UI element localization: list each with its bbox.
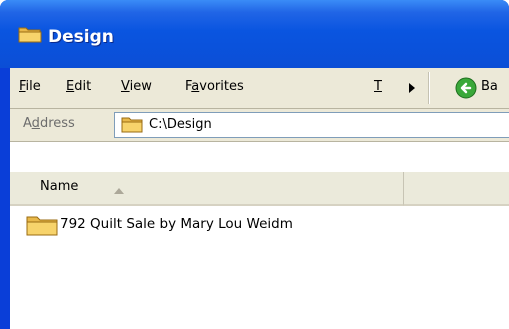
menu-tools[interactable]: T <box>374 79 382 94</box>
column-header-name[interactable]: Name <box>10 172 404 206</box>
folder-icon <box>18 25 42 48</box>
window-title: Design <box>48 27 114 47</box>
address-label: Address <box>23 116 75 131</box>
address-bar: Address C:\Design <box>10 109 509 142</box>
menu-separator <box>428 72 430 104</box>
menu-edit[interactable]: Edit <box>66 79 91 94</box>
list-item-label[interactable]: 792 Quilt Sale by Mary Lou Weidm <box>60 216 293 232</box>
menu-view[interactable]: View <box>121 79 152 94</box>
column-header-label: Name <box>40 179 79 194</box>
address-input[interactable]: C:\Design <box>114 112 509 138</box>
address-value[interactable]: C:\Design <box>149 117 212 132</box>
column-header-row: Name <box>10 172 509 206</box>
menu-file[interactable]: File <box>19 79 41 94</box>
back-button-label[interactable]: Ba <box>481 79 498 94</box>
back-button[interactable] <box>455 77 477 104</box>
column-header-empty <box>404 172 509 206</box>
folder-icon <box>26 214 58 241</box>
sort-ascending-icon <box>113 182 125 200</box>
menu-overflow-chevron-icon[interactable] <box>408 81 416 99</box>
title-bar[interactable]: Design <box>0 0 509 68</box>
menu-bar: File Edit View Favorites T Ba <box>10 68 509 109</box>
menu-favorites[interactable]: Favorites <box>185 79 244 94</box>
file-list <box>10 142 509 329</box>
explorer-window: Design File Edit View Favorites T Ba Add… <box>0 0 509 329</box>
folder-icon <box>121 116 143 138</box>
